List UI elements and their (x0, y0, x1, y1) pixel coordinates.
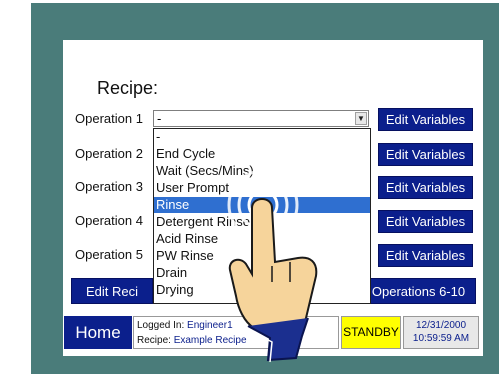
edit-variables-button-3[interactable]: Edit Variables (378, 176, 473, 199)
logged-in-user: Engineer1 (187, 320, 233, 331)
machine-state-indicator: STANDBY (341, 316, 401, 349)
datetime-display: 12/31/2000 10:59:59 AM (403, 316, 479, 349)
logged-in-line: Logged In: Engineer1 (137, 320, 233, 331)
recipe-name: Example Recipe (173, 335, 247, 346)
operation-row-1: Operation 1 - ▼ Edit Variables (63, 108, 483, 131)
time-display: 10:59:59 AM (412, 333, 470, 344)
logged-in-label: Logged In: (137, 320, 185, 331)
operation-dropdown-list[interactable]: - End Cycle Wait (Secs/Mins) User Prompt… (153, 128, 371, 304)
edit-variables-button-5[interactable]: Edit Variables (378, 244, 473, 267)
dropdown-option[interactable]: User Prompt (154, 180, 370, 196)
dropdown-option[interactable]: - (154, 129, 370, 145)
operation-2-label: Operation 2 (75, 146, 143, 161)
operation-3-label: Operation 3 (75, 179, 143, 194)
operation-4-label: Operation 4 (75, 213, 143, 228)
hmi-screen: Recipe: Operation 1 - ▼ Edit Variables O… (63, 40, 483, 356)
recipe-title: Recipe: (97, 78, 159, 98)
edit-recipe-button[interactable]: Edit Reci (71, 278, 153, 304)
operation-1-label: Operation 1 (75, 111, 143, 126)
edit-variables-button-1[interactable]: Edit Variables (378, 108, 473, 131)
home-button[interactable]: Home (64, 316, 132, 349)
recipe-line: Recipe: Example Recipe (137, 335, 247, 346)
operation-1-value: - (157, 111, 162, 126)
dropdown-option[interactable]: Drying (154, 282, 370, 298)
edit-variables-button-2[interactable]: Edit Variables (378, 143, 473, 166)
operations-6-10-button[interactable]: Operations 6-10 (361, 278, 476, 304)
dropdown-option[interactable]: Drain (154, 265, 370, 281)
dropdown-option-selected[interactable]: Rinse (154, 197, 370, 213)
recipe-label: Recipe: (137, 335, 171, 346)
date-display: 12/31/2000 (415, 320, 467, 331)
dropdown-option[interactable]: PW Rinse (154, 248, 370, 264)
operation-1-select[interactable]: - ▼ (153, 110, 369, 127)
session-info-panel: Logged In: Engineer1 Recipe: Example Rec… (133, 316, 339, 349)
operation-5-label: Operation 5 (75, 247, 143, 262)
chevron-down-icon[interactable]: ▼ (355, 112, 367, 125)
dropdown-option[interactable]: Wait (Secs/Mins) (154, 163, 370, 179)
edit-variables-button-4[interactable]: Edit Variables (378, 210, 473, 233)
dropdown-option[interactable]: End Cycle (154, 146, 370, 162)
dropdown-option[interactable]: Detergent Rinse (154, 214, 370, 230)
dropdown-option[interactable]: Acid Rinse (154, 231, 370, 247)
